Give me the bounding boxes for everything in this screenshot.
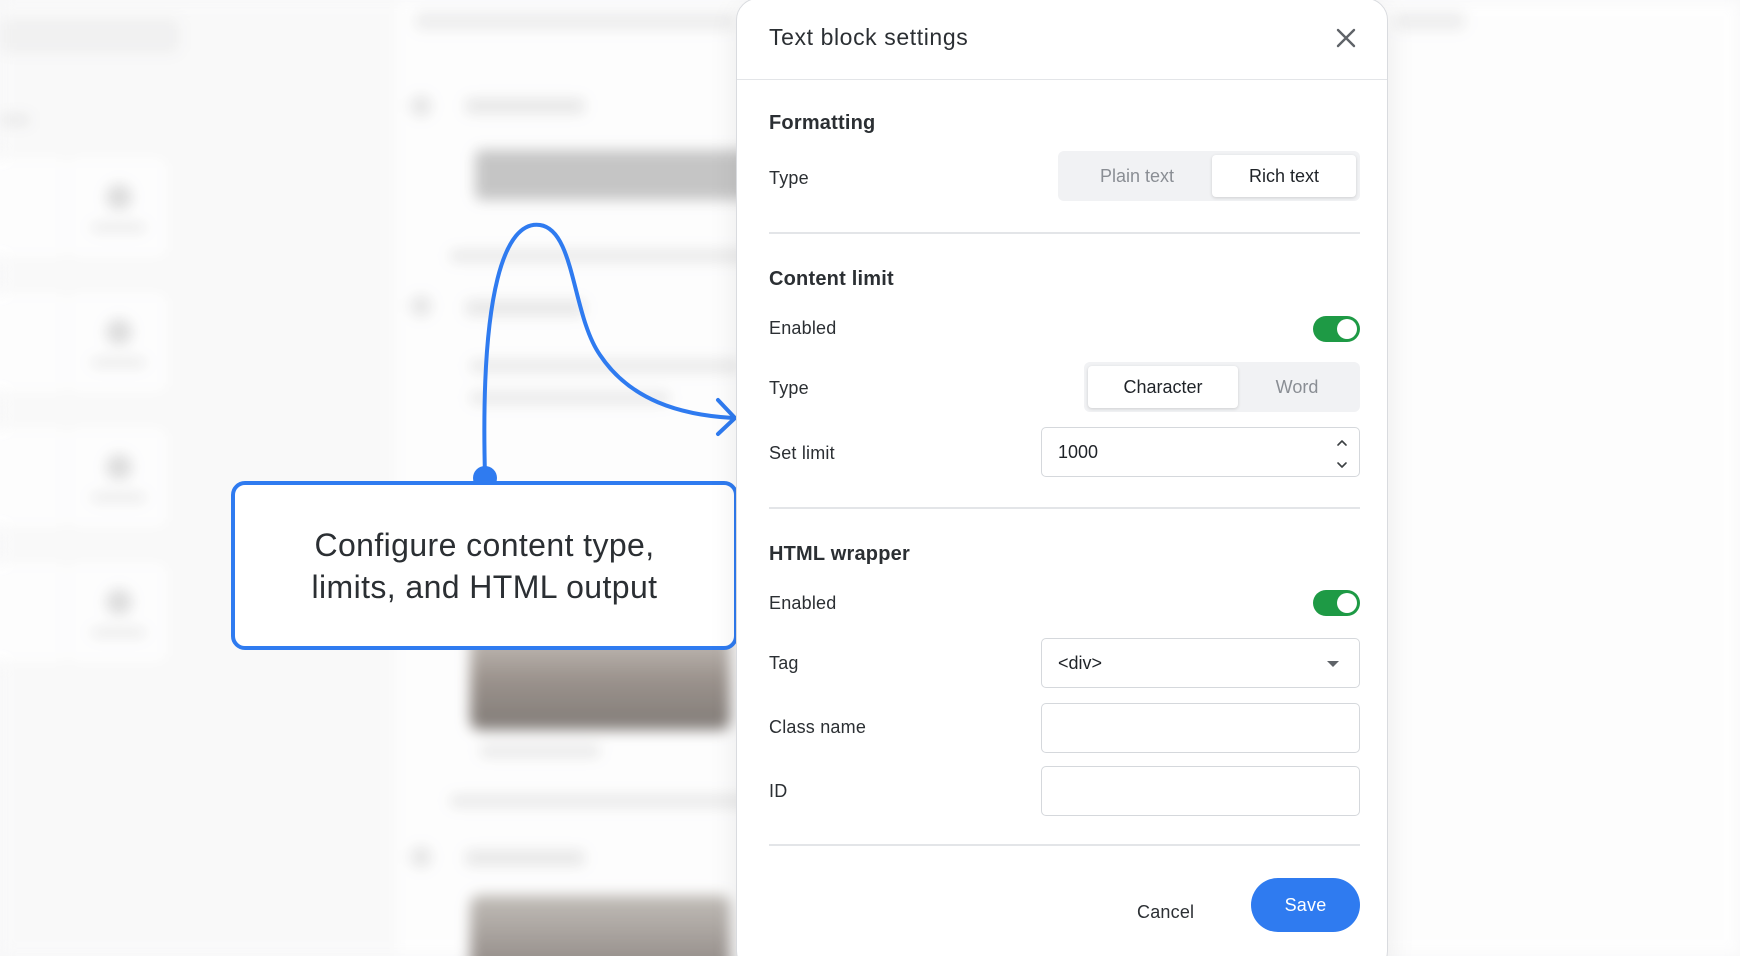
stepper-down-button[interactable] (1335, 456, 1349, 470)
background-tile (65, 155, 170, 260)
section-divider (769, 232, 1360, 234)
callout-line-2: limits, and HTML output (311, 568, 658, 605)
background-tile (0, 560, 75, 665)
tag-select-value: <div> (1058, 652, 1103, 673)
background-tile (0, 155, 75, 260)
content-limit-type-segmented-control: Character Word (1084, 362, 1360, 412)
formatting-type-segmented-control: Plain text Rich text (1058, 151, 1360, 201)
formatting-section-title: Formatting (769, 112, 876, 134)
content-limit-type-label: Type (769, 378, 809, 398)
background-line (415, 12, 735, 30)
plain-text-option[interactable]: Plain text (1062, 155, 1212, 197)
background-line (470, 360, 740, 372)
class-name-label: Class name (769, 717, 867, 737)
html-wrapper-enabled-label: Enabled (769, 593, 837, 613)
html-wrapper-section-title: HTML wrapper (769, 543, 910, 565)
background-tile (65, 290, 170, 395)
section-divider (769, 844, 1360, 846)
text-block-settings-dialog: Text block settings Formatting Type Plai… (736, 0, 1388, 956)
background-sidebar (0, 0, 395, 956)
background-tile (65, 425, 170, 530)
id-label: ID (769, 781, 788, 801)
stepper-up-button[interactable] (1335, 434, 1349, 448)
set-limit-input[interactable]: 1000 (1041, 427, 1360, 477)
class-name-input[interactable] (1041, 703, 1360, 753)
caret-down-icon (1327, 661, 1339, 667)
background-tile (0, 425, 75, 530)
background-line (1395, 12, 1465, 30)
background-circle (410, 846, 432, 868)
section-divider (769, 507, 1360, 509)
set-limit-label: Set limit (769, 443, 835, 463)
content-limit-enabled-label: Enabled (769, 318, 837, 338)
formatting-type-label: Type (769, 168, 809, 188)
id-input[interactable] (1041, 766, 1360, 816)
background-photo (470, 895, 730, 956)
dialog-header: Text block settings (737, 0, 1387, 80)
background-tile (65, 560, 170, 665)
background-line (465, 98, 585, 114)
background-topbar (0, 18, 180, 54)
close-button[interactable] (1333, 25, 1359, 51)
character-option[interactable]: Character (1088, 366, 1238, 408)
callout-box: Configure content type, limits, and HTML… (231, 481, 738, 650)
chevron-up-icon (1337, 440, 1347, 446)
html-wrapper-enabled-toggle[interactable] (1313, 590, 1360, 616)
set-limit-value: 1000 (1058, 441, 1099, 462)
callout-line-1: Configure content type, (314, 526, 655, 563)
close-icon (1336, 28, 1356, 48)
dialog-title: Text block settings (769, 24, 969, 50)
toggle-knob (1337, 319, 1357, 339)
background-circle (410, 95, 432, 117)
tag-label: Tag (769, 653, 799, 673)
tag-select[interactable]: <div> (1041, 638, 1360, 688)
background-line (0, 115, 30, 125)
background-line (480, 745, 600, 757)
content-limit-enabled-toggle[interactable] (1313, 316, 1360, 342)
background-line (450, 795, 750, 807)
limit-stepper (1335, 434, 1349, 470)
background-tile (0, 290, 75, 395)
chevron-down-icon (1337, 462, 1347, 468)
background-line (465, 300, 585, 316)
background-line (465, 850, 585, 866)
word-option[interactable]: Word (1238, 366, 1356, 408)
content-limit-section-title: Content limit (769, 268, 894, 290)
rich-text-option[interactable]: Rich text (1212, 155, 1356, 197)
toggle-knob (1337, 593, 1357, 613)
background-line (470, 392, 670, 404)
background-line (450, 250, 750, 262)
save-button[interactable]: Save (1251, 878, 1360, 932)
cancel-button[interactable]: Cancel (1137, 902, 1194, 923)
background-circle (410, 295, 432, 317)
